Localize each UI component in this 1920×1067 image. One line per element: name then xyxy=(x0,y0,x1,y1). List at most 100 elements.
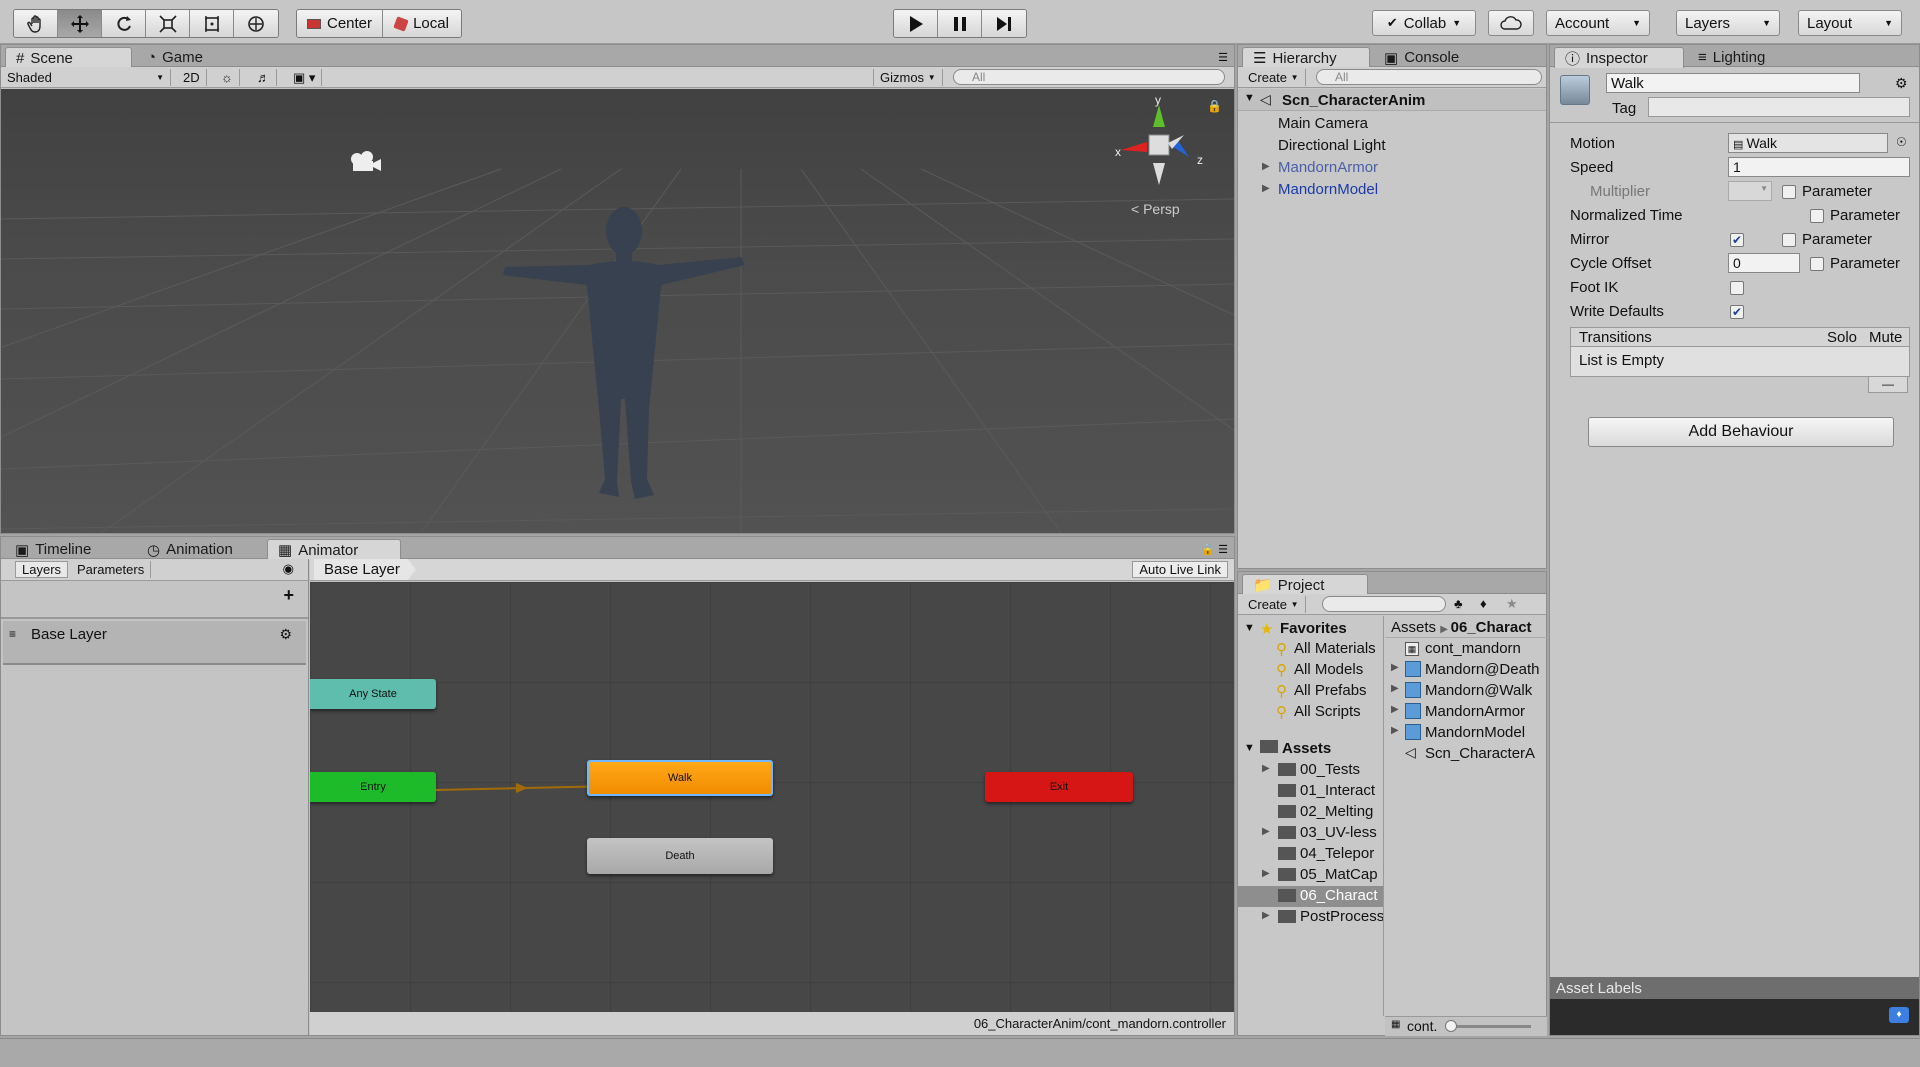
panel-menu-icon[interactable]: 🔒 ☰ xyxy=(1201,543,1228,556)
multiplier-parameter-checkbox[interactable] xyxy=(1782,185,1796,199)
rect-tool-icon[interactable] xyxy=(190,10,234,37)
expand-arrow-icon[interactable]: ▶ xyxy=(1262,161,1270,172)
hierarchy-search-input[interactable]: All xyxy=(1316,69,1542,85)
project-create-dropdown[interactable]: Create ▼ xyxy=(1242,596,1306,613)
file-mandorn-armor[interactable]: MandornArmor xyxy=(1425,703,1525,720)
remove-transition-button[interactable]: — xyxy=(1868,377,1908,393)
lighting-toggle-icon[interactable]: ☼ xyxy=(215,69,240,86)
breadcrumb[interactable]: Base Layer xyxy=(314,559,416,580)
expand-arrow-icon[interactable]: ▶ xyxy=(1262,183,1270,194)
expand-arrow-icon[interactable]: ▶ xyxy=(1391,725,1399,736)
tab-lighting[interactable]: ≡ Lighting xyxy=(1688,47,1775,68)
foot-ik-checkbox[interactable] xyxy=(1730,281,1744,295)
cycle-offset-parameter-checkbox[interactable] xyxy=(1810,257,1824,271)
2d-toggle[interactable]: 2D xyxy=(177,69,207,86)
zoom-slider[interactable] xyxy=(1447,1025,1531,1028)
hierarchy-item-main-camera[interactable]: Main Camera xyxy=(1278,115,1368,132)
auto-live-link-button[interactable]: Auto Live Link xyxy=(1132,561,1228,578)
tab-console[interactable]: ▣ Console xyxy=(1374,47,1469,68)
layer-item-base[interactable]: ≡ Base Layer ⚙ xyxy=(3,621,306,665)
move-tool-icon[interactable] xyxy=(58,10,102,37)
expand-arrow-icon[interactable]: ▼ xyxy=(1244,622,1255,634)
expand-arrow-icon[interactable]: ▼ xyxy=(1244,742,1255,754)
expand-arrow-icon[interactable]: ▶ xyxy=(1391,662,1399,673)
node-any-state[interactable]: Any State xyxy=(310,679,436,709)
expand-arrow-icon[interactable]: ▶ xyxy=(1262,826,1270,837)
cycle-offset-input[interactable]: 0 xyxy=(1728,253,1800,273)
assets-header[interactable]: Assets xyxy=(1282,740,1331,757)
tag-input[interactable] xyxy=(1648,97,1910,117)
rotate-tool-icon[interactable] xyxy=(102,10,146,37)
multiplier-dropdown[interactable]: ▼ xyxy=(1728,181,1772,201)
node-walk[interactable]: Walk xyxy=(587,760,773,796)
hierarchy-item-directional-light[interactable]: Directional Light xyxy=(1278,137,1386,154)
character-model[interactable] xyxy=(449,199,769,519)
transform-tool-icon[interactable] xyxy=(234,10,278,37)
tab-scene[interactable]: # Scene xyxy=(5,47,132,68)
add-behaviour-button[interactable]: Add Behaviour xyxy=(1588,417,1894,447)
account-dropdown[interactable]: Account ▼ xyxy=(1546,10,1650,36)
file-mandorn-model[interactable]: MandornModel xyxy=(1425,724,1525,741)
folder-02-melting[interactable]: 02_Melting xyxy=(1300,803,1373,820)
zoom-slider-handle[interactable] xyxy=(1445,1020,1457,1032)
expand-arrow-icon[interactable]: ▶ xyxy=(1391,704,1399,715)
collab-dropdown[interactable]: ✔ Collab ▼ xyxy=(1372,10,1476,36)
effects-dropdown-icon[interactable]: ▣ ▾ xyxy=(287,69,323,86)
play-button[interactable] xyxy=(894,10,938,37)
tab-layers[interactable]: Layers xyxy=(15,561,69,578)
project-search-input[interactable] xyxy=(1322,596,1446,612)
favorite-all-materials[interactable]: All Materials xyxy=(1294,640,1376,657)
expand-arrow-icon[interactable]: ▼ xyxy=(1244,92,1255,104)
filter-type-icon[interactable]: ♣ xyxy=(1454,596,1463,611)
folder-04-teleport[interactable]: 04_Telepor xyxy=(1300,845,1374,862)
hierarchy-item-mandorn-model[interactable]: MandornModel xyxy=(1278,181,1378,198)
favorite-all-scripts[interactable]: All Scripts xyxy=(1294,703,1361,720)
mirror-checkbox[interactable]: ✔ xyxy=(1730,233,1744,247)
hierarchy-item-mandorn-armor[interactable]: MandornArmor xyxy=(1278,159,1378,176)
add-layer-button[interactable]: + xyxy=(283,585,294,606)
cloud-button[interactable] xyxy=(1488,10,1534,36)
write-defaults-checkbox[interactable]: ✔ xyxy=(1730,305,1744,319)
favorites-header[interactable]: Favorites xyxy=(1280,620,1347,637)
expand-arrow-icon[interactable]: ▶ xyxy=(1262,868,1270,879)
expand-arrow-icon[interactable]: ▶ xyxy=(1391,683,1399,694)
folder-03-uv-less[interactable]: 03_UV-less xyxy=(1300,824,1377,841)
panel-menu-icon[interactable]: ☰ xyxy=(1218,51,1228,64)
crumb-folder[interactable]: 06_Charact xyxy=(1451,619,1532,636)
folder-00-tests[interactable]: 00_Tests xyxy=(1300,761,1360,778)
layers-dropdown[interactable]: Layers ▼ xyxy=(1676,10,1780,36)
normalized-time-parameter-checkbox[interactable] xyxy=(1810,209,1824,223)
persp-label[interactable]: < Persp xyxy=(1131,201,1180,217)
scene-search-input[interactable]: All xyxy=(953,69,1225,85)
crumb-assets[interactable]: Assets xyxy=(1391,619,1436,636)
object-picker-icon[interactable]: ☉ xyxy=(1896,135,1907,149)
gear-icon[interactable]: ⚙ xyxy=(279,626,292,643)
file-cont-mandorn[interactable]: cont_mandorn xyxy=(1425,640,1521,657)
lock-icon[interactable]: 🔒 xyxy=(1207,99,1222,113)
file-mandorn-walk[interactable]: Mandorn@Walk xyxy=(1425,682,1532,699)
tab-animation[interactable]: ◷ Animation xyxy=(137,539,243,560)
folder-01-interact[interactable]: 01_Interact xyxy=(1300,782,1375,799)
folder-05-matcap[interactable]: 05_MatCap xyxy=(1300,866,1378,883)
hierarchy-create-dropdown[interactable]: Create ▼ xyxy=(1242,69,1306,86)
speed-input[interactable]: 1 xyxy=(1728,157,1910,177)
scale-tool-icon[interactable] xyxy=(146,10,190,37)
favorite-all-models[interactable]: All Models xyxy=(1294,661,1363,678)
scene-viewport[interactable]: y x z < Persp 🔒 xyxy=(1,89,1234,533)
expand-arrow-icon[interactable]: ▶ xyxy=(1262,910,1270,921)
node-death[interactable]: Death xyxy=(587,838,773,874)
node-exit[interactable]: Exit xyxy=(985,772,1133,802)
favorite-all-prefabs[interactable]: All Prefabs xyxy=(1294,682,1367,699)
tab-parameters[interactable]: Parameters xyxy=(71,561,152,578)
star-icon[interactable]: ★ xyxy=(1506,596,1518,612)
label-tag-icon[interactable]: ♦ xyxy=(1889,1007,1909,1023)
tab-inspector[interactable]: ⓘ Inspector xyxy=(1554,47,1684,68)
eye-icon[interactable]: ◉ xyxy=(283,561,294,577)
gizmos-dropdown[interactable]: Gizmos ▼ xyxy=(873,69,943,86)
scene-root-row[interactable]: ▼ ◁ Scn_CharacterAnim xyxy=(1238,89,1546,111)
tab-game[interactable]: ◔ Game xyxy=(137,47,213,68)
expand-arrow-icon[interactable]: ▶ xyxy=(1262,763,1270,774)
mirror-parameter-checkbox[interactable] xyxy=(1782,233,1796,247)
file-mandorn-death[interactable]: Mandorn@Death xyxy=(1425,661,1539,678)
drag-handle-icon[interactable]: ≡ xyxy=(9,627,16,641)
